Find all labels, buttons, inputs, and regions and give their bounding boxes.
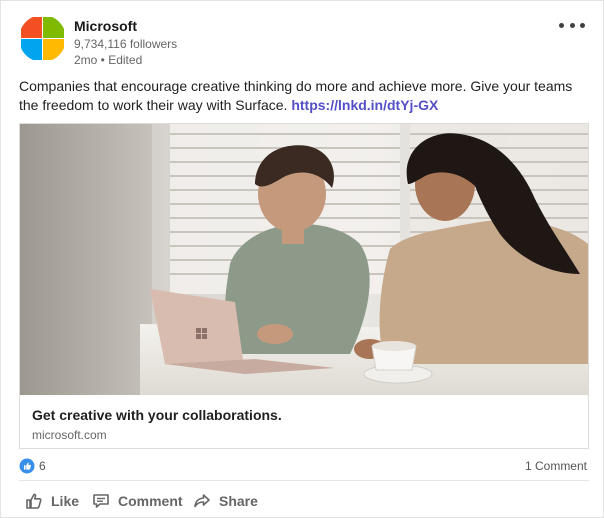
divider (19, 480, 589, 481)
post-meta: 2mo • Edited (74, 53, 143, 67)
caption-link[interactable]: https://lnkd.in/dtYj-GX (291, 97, 438, 113)
comment-label: Comment (118, 493, 183, 509)
like-label: Like (51, 493, 80, 509)
dot (580, 22, 585, 28)
share-button[interactable]: Share (193, 487, 258, 515)
card-footer[interactable]: Get creative with your collaborations. m… (20, 395, 588, 448)
share-label: Share (219, 493, 258, 509)
post-caption: Companies that encourage creative thinki… (19, 77, 593, 115)
comment-count[interactable]: 1 Comment (525, 458, 587, 474)
card-domain: microsoft.com (32, 428, 107, 442)
dot (569, 22, 575, 28)
microsoft-logo-icon[interactable] (19, 15, 66, 62)
photo-image (20, 124, 588, 395)
social-stats: 6 1 Comment (19, 456, 589, 476)
logo-green-square (43, 17, 64, 38)
logo-blue-square (21, 39, 42, 60)
reaction-count[interactable]: 6 (39, 458, 46, 474)
more-options-icon[interactable] (559, 17, 585, 33)
comment-icon (93, 494, 109, 508)
logo-yellow-square (43, 39, 64, 60)
dot (559, 22, 564, 28)
follower-count: 9,734,116 followers (74, 37, 178, 51)
like-reaction-icon[interactable] (19, 458, 35, 474)
post-header: Microsoft 9,734,116 followers 2mo • Edit… (19, 15, 589, 69)
comment-button[interactable]: Comment (92, 487, 183, 515)
card-image[interactable] (20, 124, 588, 395)
thumbs-up-icon (26, 493, 42, 509)
share-icon (194, 494, 210, 508)
action-bar: Like Comment Share (19, 487, 589, 515)
like-button[interactable]: Like (25, 487, 79, 515)
link-preview-card[interactable]: Get creative with your collaborations. m… (19, 123, 589, 449)
card-title[interactable]: Get creative with your collaborations. (32, 406, 282, 424)
logo-red-square (21, 17, 42, 38)
post-card: Microsoft 9,734,116 followers 2mo • Edit… (0, 0, 604, 518)
author-name[interactable]: Microsoft (74, 17, 137, 35)
